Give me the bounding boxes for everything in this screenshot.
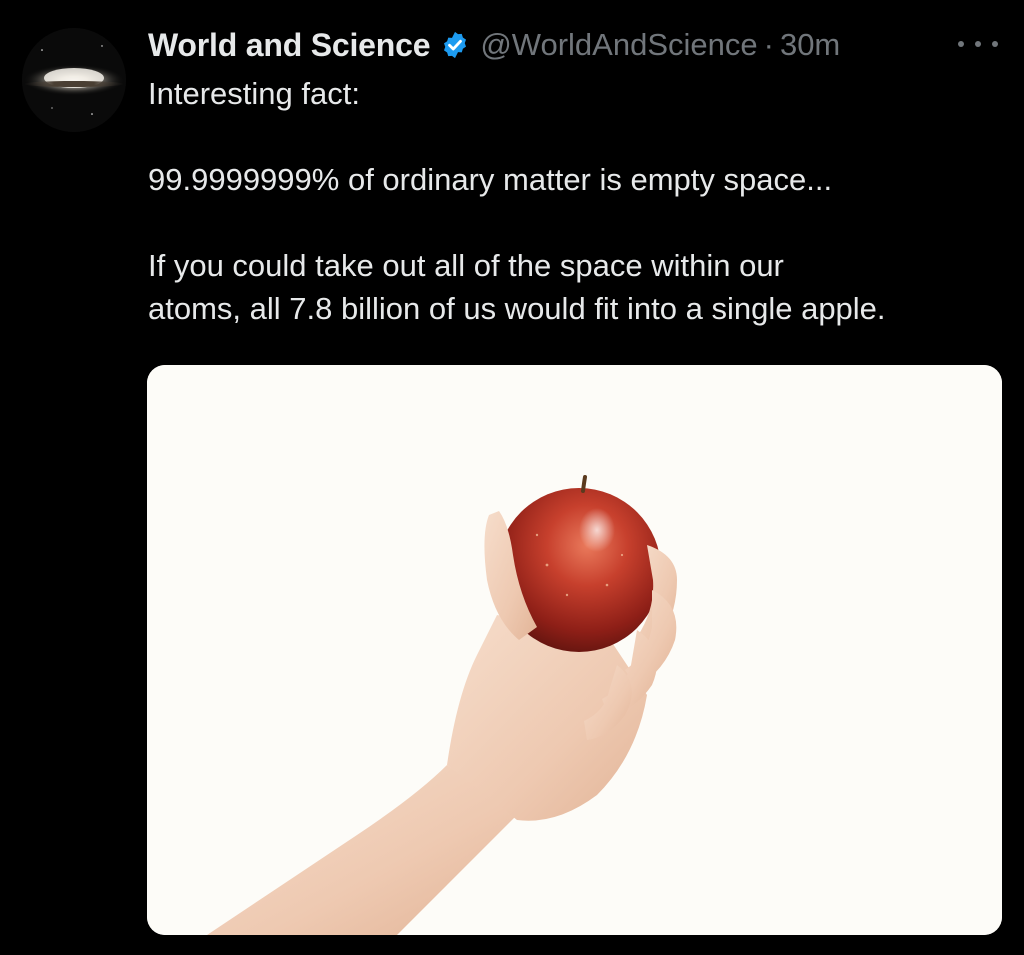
tweet-text-line: Interesting fact: — [148, 76, 360, 111]
verified-badge-icon — [440, 30, 470, 60]
tweet-text-line: If you could take out all of the space w… — [148, 248, 784, 283]
avatar[interactable] — [22, 28, 126, 132]
header-separator: · — [763, 27, 774, 62]
tweet-text-line: 99.9999999% of ordinary matter is empty … — [148, 162, 833, 197]
galaxy-avatar-icon — [22, 28, 126, 132]
hand-holding-apple-image — [147, 365, 1002, 935]
tweet-text: Interesting fact: 99.9999999% of ordinar… — [148, 72, 1008, 330]
more-dot — [958, 41, 964, 47]
tweet-timestamp[interactable]: 30m — [780, 27, 840, 63]
author-handle[interactable]: @WorldAndScience — [480, 27, 757, 63]
tweet[interactable]: World and Science @WorldAndScience · 30m… — [0, 0, 1024, 955]
more-options-icon[interactable] — [958, 30, 998, 58]
tweet-header: World and Science @WorldAndScience · 30m — [148, 22, 840, 68]
more-dot — [975, 41, 981, 47]
tweet-media-image[interactable] — [147, 365, 1002, 935]
author-display-name[interactable]: World and Science — [148, 27, 431, 64]
more-dot — [992, 41, 998, 47]
tweet-text-line: atoms, all 7.8 billion of us would fit i… — [148, 291, 886, 326]
